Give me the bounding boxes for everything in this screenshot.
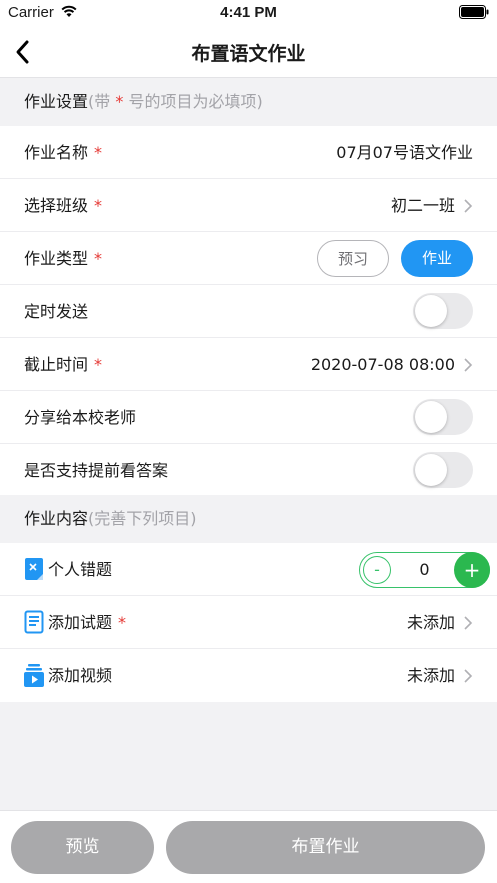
- scheduled-send-row: 定时发送: [0, 285, 497, 338]
- deadline-label-wrap: 截止时间 *: [24, 338, 102, 391]
- chevron-right-icon: [464, 358, 473, 372]
- add-questions-value: 未添加: [406, 613, 455, 632]
- mistakes-stepper: - 0 +: [359, 552, 490, 588]
- homework-type-label: 作业类型: [24, 249, 89, 268]
- show-answers-row: 是否支持提前看答案: [0, 444, 497, 497]
- scheduled-send-label: 定时发送: [24, 302, 89, 321]
- type-option-preview[interactable]: 预习: [317, 240, 389, 277]
- add-questions-row[interactable]: 添加试题 * 未添加: [0, 596, 497, 649]
- select-class-row[interactable]: 选择班级 * 初二一班: [0, 179, 497, 232]
- question-list-icon: [24, 610, 44, 634]
- deadline-label: 截止时间: [24, 355, 89, 374]
- status-time: 4:41 PM: [220, 4, 277, 21]
- add-videos-row[interactable]: 添加视频 未添加: [0, 649, 497, 702]
- mistakes-count[interactable]: 0: [396, 553, 453, 587]
- required-star: *: [94, 143, 103, 162]
- settings-section-header: 作业设置(带 * 号的项目为必填项): [0, 78, 497, 126]
- nav-bar: 布置语文作业: [0, 26, 497, 78]
- required-star: *: [94, 196, 103, 215]
- scheduled-send-toggle[interactable]: [413, 293, 473, 329]
- required-star: *: [94, 355, 103, 374]
- status-bar: Carrier 4:41 PM: [0, 0, 497, 26]
- homework-name-value: 07月07号语文作业: [336, 143, 473, 162]
- chevron-right-icon: [464, 669, 473, 683]
- toggle-knob: [415, 401, 447, 433]
- increment-button[interactable]: +: [454, 552, 490, 588]
- required-star: *: [118, 613, 127, 632]
- settings-section-title: 作业设置: [24, 92, 89, 111]
- share-teachers-toggle[interactable]: [413, 399, 473, 435]
- homework-name-label-wrap: 作业名称 *: [24, 126, 102, 179]
- deadline-value: 2020-07-08 08:00: [310, 355, 455, 374]
- add-videos-value: 未添加: [406, 666, 455, 685]
- add-questions-label-wrap: 添加试题 *: [48, 596, 126, 649]
- homework-name-row[interactable]: 作业名称 * 07月07号语文作业: [0, 126, 497, 179]
- settings-hint-open: (带: [88, 92, 116, 111]
- personal-mistakes-row: 个人错题 - 0 +: [0, 543, 497, 596]
- video-icon: [24, 664, 44, 687]
- show-answers-label: 是否支持提前看答案: [24, 461, 169, 480]
- share-teachers-label: 分享给本校老师: [24, 408, 137, 427]
- toggle-knob: [415, 295, 447, 327]
- chevron-right-icon: [464, 199, 473, 213]
- content-section-hint: (完善下列项目): [88, 509, 197, 528]
- share-teachers-row: 分享给本校老师: [0, 391, 497, 444]
- mistake-book-icon: [25, 558, 43, 580]
- personal-mistakes-label: 个人错题: [48, 560, 113, 579]
- chevron-right-icon: [464, 616, 473, 630]
- content-section-header: 作业内容(完善下列项目): [0, 495, 497, 543]
- select-class-label: 选择班级: [24, 196, 89, 215]
- deadline-row[interactable]: 截止时间 * 2020-07-08 08:00: [0, 338, 497, 391]
- homework-name-label: 作业名称: [24, 143, 89, 162]
- settings-hint-close: 号的项目为必填项): [123, 92, 263, 111]
- add-videos-label: 添加视频: [48, 666, 113, 685]
- required-star: *: [94, 249, 103, 268]
- page-title: 布置语文作业: [191, 43, 306, 65]
- content-section-title: 作业内容: [24, 509, 89, 528]
- homework-type-label-wrap: 作业类型 *: [24, 232, 102, 285]
- decrement-button[interactable]: -: [363, 556, 391, 584]
- add-questions-label: 添加试题: [48, 613, 113, 632]
- battery-icon: [459, 5, 489, 19]
- toggle-knob: [415, 454, 447, 486]
- preview-button[interactable]: 预览: [11, 821, 154, 874]
- homework-type-row: 作业类型 * 预习 作业: [0, 232, 497, 285]
- assign-homework-button[interactable]: 布置作业: [166, 821, 485, 874]
- bottom-action-bar: 预览 布置作业: [0, 810, 497, 883]
- show-answers-toggle[interactable]: [413, 452, 473, 488]
- select-class-label-wrap: 选择班级 *: [24, 179, 102, 232]
- select-class-value: 初二一班: [390, 196, 455, 215]
- type-option-homework[interactable]: 作业: [401, 240, 473, 277]
